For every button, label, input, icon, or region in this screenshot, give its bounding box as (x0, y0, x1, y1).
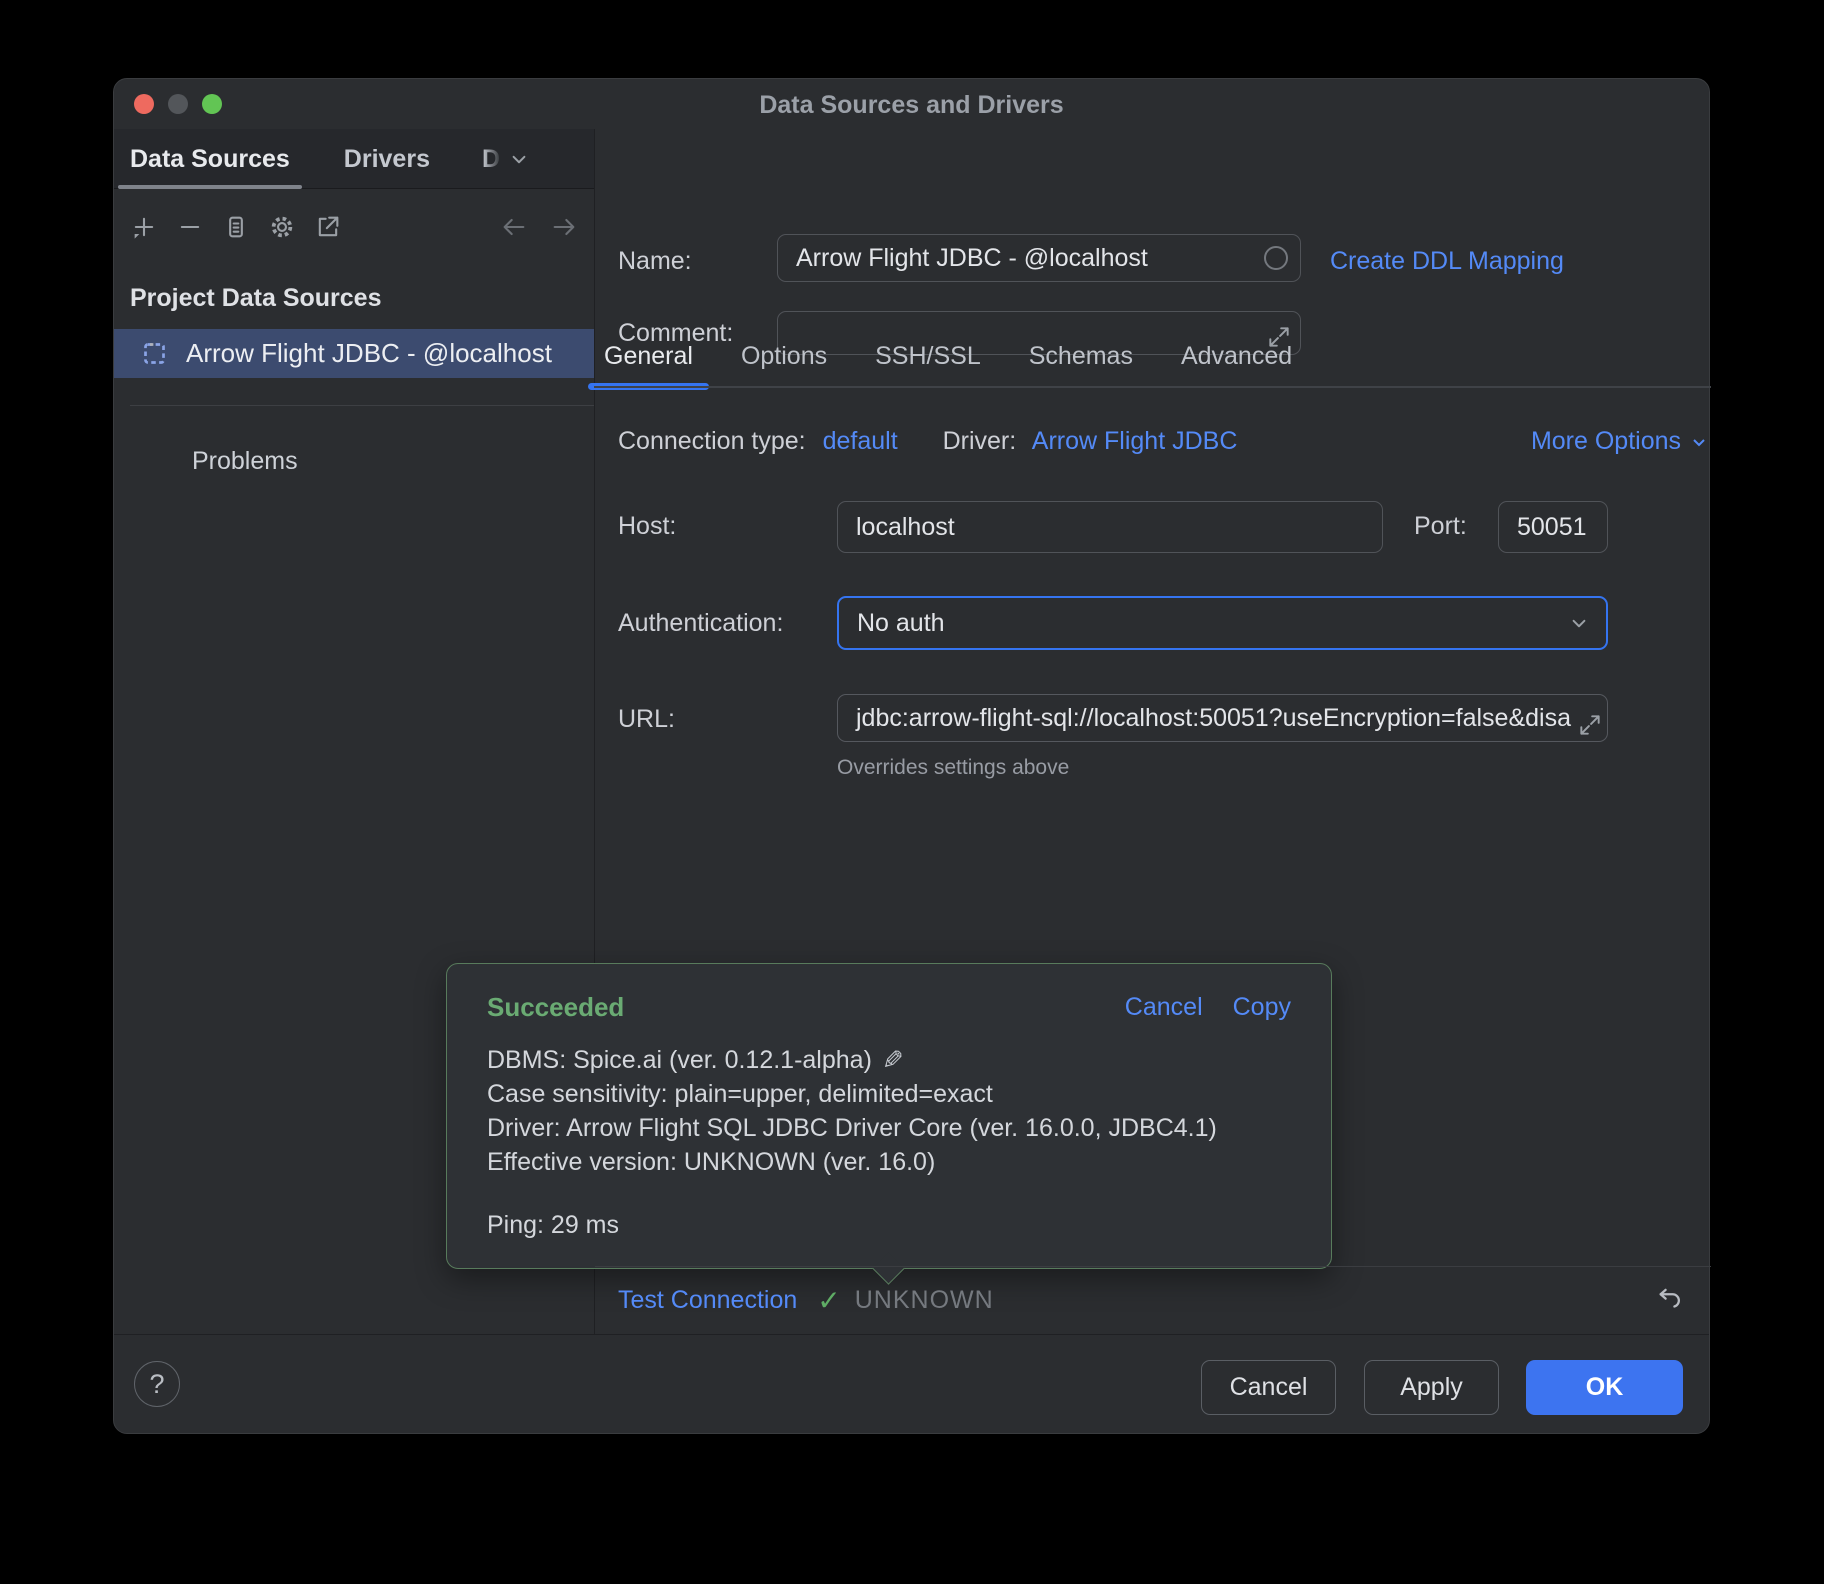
remove-button[interactable] (170, 207, 210, 247)
url-value: jdbc:arrow-flight-sql://localhost:50051?… (856, 704, 1571, 733)
name-input[interactable]: Arrow Flight JDBC - @localhost (777, 234, 1301, 282)
chevron-down-icon[interactable] (506, 146, 532, 172)
gear-button[interactable] (262, 207, 302, 247)
undo-button[interactable] (1655, 1283, 1691, 1319)
authentication-select[interactable]: No auth (837, 596, 1608, 650)
forward-arrow-button[interactable] (544, 207, 584, 247)
host-value: localhost (856, 513, 955, 542)
sidebar-item-problems[interactable]: Problems (192, 447, 298, 476)
tab-drivers[interactable]: Drivers (332, 129, 442, 189)
expand-icon[interactable] (1577, 712, 1603, 738)
cancel-button[interactable]: Cancel (1201, 1360, 1336, 1415)
popup-cancel-link[interactable]: Cancel (1125, 993, 1203, 1022)
open-in-new-window-button[interactable] (308, 207, 348, 247)
sidebar-toolbar (124, 199, 594, 255)
success-check-icon: ✓ (817, 1284, 840, 1317)
tab-ssh-ssl[interactable]: SSH/SSL (867, 331, 989, 381)
url-label: URL: (618, 705, 675, 734)
connection-type-row: Connection type: default Driver: Arrow F… (618, 427, 1711, 457)
host-label: Host: (618, 512, 676, 541)
port-value: 50051 (1517, 513, 1587, 542)
tab-data-sources[interactable]: Data Sources (118, 129, 302, 189)
help-button[interactable]: ? (134, 1361, 180, 1407)
data-sources-dialog: Data Sources and Drivers Data Sources Dr… (113, 78, 1710, 1434)
popup-dbms-line: DBMS: Spice.ai (ver. 0.12.1-alpha) (487, 1043, 872, 1077)
url-hint: Overrides settings above (837, 756, 1069, 780)
project-data-sources-header: Project Data Sources (130, 284, 382, 313)
unknown-dbms-icon (141, 340, 168, 367)
connection-type-value-link[interactable]: default (823, 427, 898, 455)
connection-type-label: Connection type: (618, 427, 806, 455)
popup-version-line: Effective version: UNKNOWN (ver. 16.0) (487, 1145, 935, 1179)
host-input[interactable]: localhost (837, 501, 1383, 553)
chevron-down-icon (1566, 610, 1592, 636)
tab-schemas[interactable]: Schemas (1021, 331, 1141, 381)
popup-copy-link[interactable]: Copy (1233, 993, 1291, 1022)
driver-value-link[interactable]: Arrow Flight JDBC (1032, 427, 1238, 455)
tab-general[interactable]: General (596, 331, 701, 381)
authentication-label: Authentication: (618, 609, 783, 638)
tabs-divider (594, 386, 1711, 388)
test-connection-status: UNKNOWN (855, 1286, 994, 1315)
titlebar: Data Sources and Drivers (114, 79, 1709, 129)
popup-case-line: Case sensitivity: plain=upper, delimited… (487, 1077, 993, 1111)
chevron-down-icon (1687, 430, 1711, 454)
port-input[interactable]: 50051 (1498, 501, 1608, 553)
back-arrow-button[interactable] (494, 207, 534, 247)
tab-options[interactable]: Options (733, 331, 835, 381)
create-ddl-mapping-link[interactable]: Create DDL Mapping (1330, 247, 1564, 276)
test-connection-row: Test Connection ✓ UNKNOWN (595, 1266, 1711, 1334)
port-label: Port: (1414, 512, 1467, 541)
duplicate-button[interactable] (216, 207, 256, 247)
edit-pencil-icon[interactable]: ✎ (882, 1043, 904, 1077)
ok-button[interactable]: OK (1526, 1360, 1683, 1415)
add-button[interactable] (124, 207, 164, 247)
window-title: Data Sources and Drivers (114, 79, 1709, 129)
dialog-footer: ? Cancel Apply OK (114, 1334, 1709, 1434)
apply-button[interactable]: Apply (1364, 1360, 1499, 1415)
name-label: Name: (618, 247, 692, 276)
sidebar-section-divider (130, 405, 594, 406)
settings-tabs: General Options SSH/SSL Schemas Advanced (596, 331, 1332, 381)
data-source-list-item[interactable]: Arrow Flight JDBC - @localhost (114, 329, 594, 378)
popup-status: Succeeded (487, 992, 624, 1023)
popup-driver-line: Driver: Arrow Flight SQL JDBC Driver Cor… (487, 1111, 1217, 1145)
sidebar-tab-strip: Data Sources Drivers D (114, 129, 594, 189)
tab-advanced[interactable]: Advanced (1173, 331, 1300, 381)
test-connection-link[interactable]: Test Connection (618, 1286, 797, 1315)
more-options-link[interactable]: More Options (1531, 427, 1711, 456)
popup-ping-line: Ping: 29 ms (487, 1211, 1291, 1240)
name-value: Arrow Flight JDBC - @localhost (796, 244, 1148, 273)
url-input[interactable]: jdbc:arrow-flight-sql://localhost:50051?… (837, 694, 1608, 742)
more-options-label: More Options (1531, 427, 1681, 456)
name-circle-icon (1264, 246, 1288, 270)
test-connection-popup: Succeeded Cancel Copy DBMS: Spice.ai (ve… (446, 963, 1332, 1269)
authentication-value: No auth (857, 609, 945, 638)
tab-ddl-truncated[interactable]: D (470, 129, 502, 189)
data-source-label: Arrow Flight JDBC - @localhost (186, 338, 552, 369)
driver-label: Driver: (943, 427, 1017, 455)
